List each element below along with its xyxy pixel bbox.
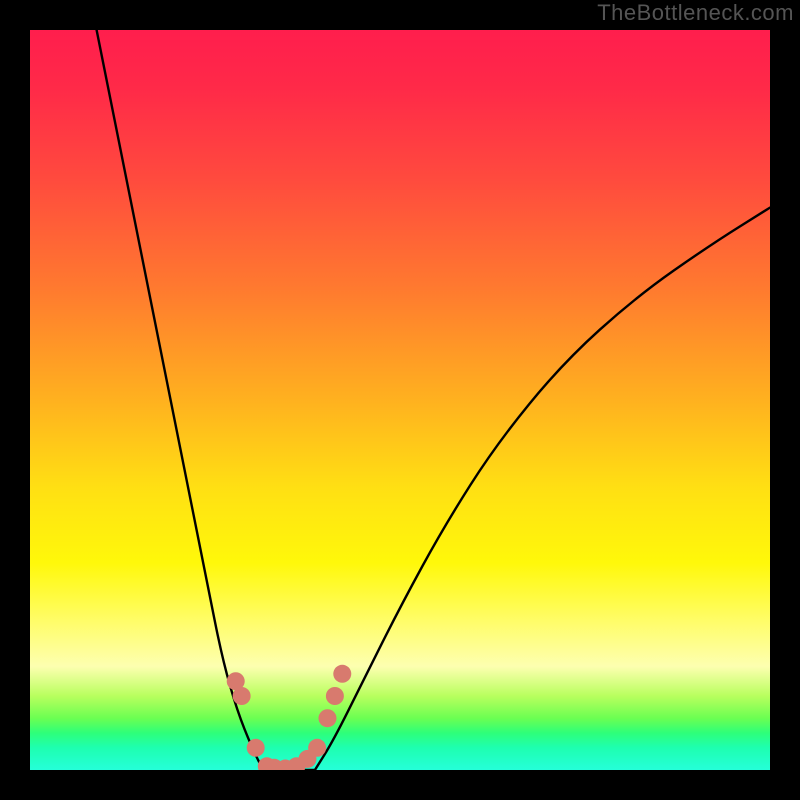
marker-dot <box>308 739 326 757</box>
chart-plot-area <box>30 30 770 770</box>
marker-dot <box>247 739 265 757</box>
chart-svg <box>30 30 770 770</box>
bottleneck-curve <box>97 30 770 770</box>
highlight-markers <box>227 665 352 770</box>
marker-dot <box>233 687 251 705</box>
watermark-text: TheBottleneck.com <box>597 0 794 26</box>
marker-dot <box>333 665 351 683</box>
marker-dot <box>326 687 344 705</box>
marker-dot <box>318 709 336 727</box>
